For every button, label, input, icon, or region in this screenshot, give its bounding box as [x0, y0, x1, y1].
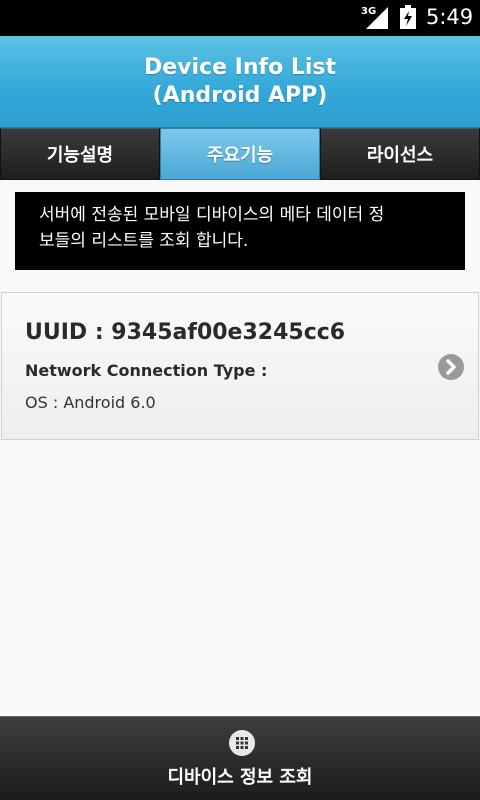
description-box: 서버에 전송된 모바일 디바이스의 메타 데이터 정 보들의 리스트를 조회 합… [15, 192, 465, 270]
device-network-type: Network Connection Type : [25, 361, 268, 380]
description-line-2: 보들의 리스트를 조회 합니다. [39, 231, 249, 251]
device-uuid: UUID : 9345af00e3245cc6 [25, 320, 346, 345]
tab-main-features[interactable]: 주요기능 [160, 128, 320, 180]
chevron-right-icon[interactable] [437, 353, 465, 381]
app-title: Device Info List [143, 55, 337, 80]
app-subtitle: (Android APP) [152, 83, 328, 108]
tab-license[interactable]: 라이선스 [320, 128, 480, 180]
status-bar: 3G 5:49 [0, 0, 480, 36]
battery-charging-icon [400, 5, 416, 29]
signal-icon [366, 7, 388, 29]
description-line-1: 서버에 전송된 모바일 디바이스의 메타 데이터 정 [39, 205, 385, 225]
title-bar: Device Info List (Android APP) [0, 36, 480, 128]
grid-icon [229, 730, 255, 756]
device-list-item[interactable]: UUID : 9345af00e3245cc6 Network Connecti… [1, 292, 479, 440]
tab-feature-description[interactable]: 기능설명 [0, 128, 160, 180]
clock: 5:49 [426, 5, 474, 29]
device-info-query-button[interactable]: 디바이스 정보 조회 [0, 716, 480, 800]
device-os: OS : Android 6.0 [25, 393, 156, 412]
tab-bar: 기능설명 주요기능 라이선스 [0, 128, 480, 180]
device-info-query-label: 디바이스 정보 조회 [167, 767, 313, 788]
